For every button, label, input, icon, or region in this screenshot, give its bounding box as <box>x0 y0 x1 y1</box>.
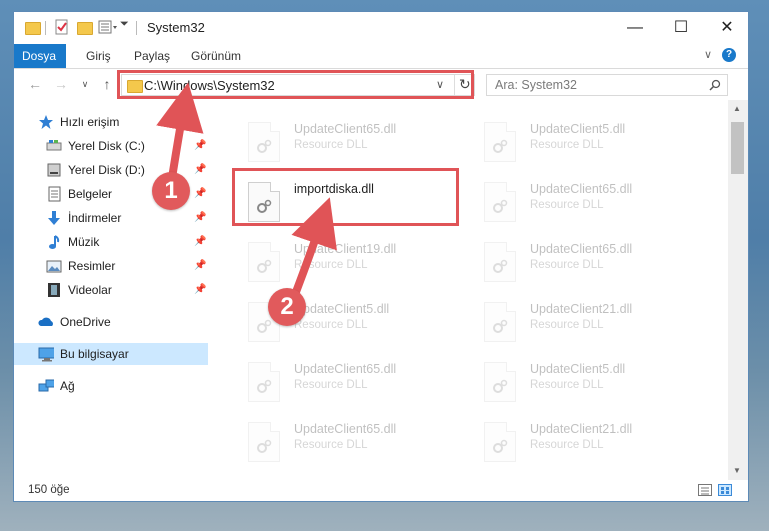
step-badge-1: 1 <box>152 172 190 210</box>
arrow-to-address <box>156 82 204 182</box>
step-badge-2: 2 <box>268 288 306 326</box>
arrow-to-file <box>291 197 337 296</box>
annotation-arrows <box>156 82 337 296</box>
